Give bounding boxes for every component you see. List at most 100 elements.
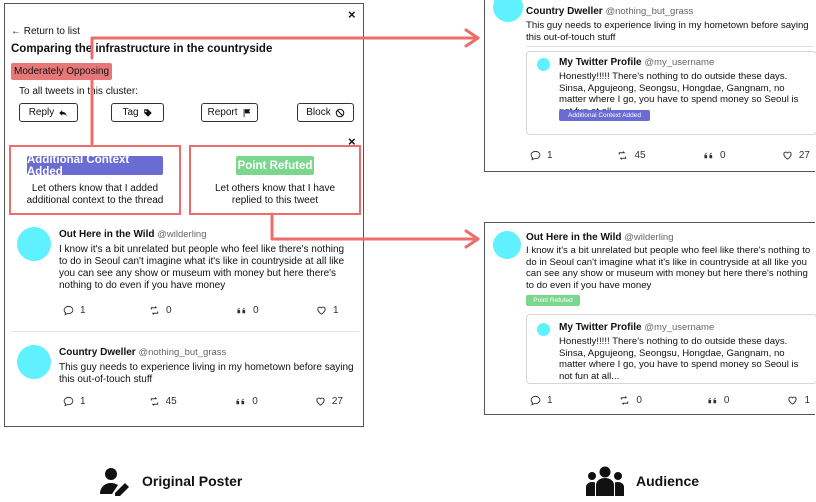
like-count: 1 (804, 395, 810, 406)
like-count: 27 (331, 396, 343, 407)
point-refuted-badge: Point Refuted (526, 295, 580, 306)
reply-action[interactable]: 1 (63, 396, 149, 407)
heart-icon (316, 305, 327, 316)
reply-action[interactable]: 1 (63, 305, 149, 316)
quote-count: 0 (723, 395, 730, 406)
reply-action[interactable]: 1 (530, 395, 619, 406)
author-name: My Twitter Profile (559, 322, 642, 333)
tweet-text: I know it's a bit unrelated but people w… (59, 244, 345, 291)
quote-count: 0 (719, 150, 726, 161)
avatar (493, 0, 523, 22)
reply-count: 1 (80, 396, 86, 407)
reply-icon (63, 305, 74, 316)
like-action[interactable]: 1 (787, 395, 810, 406)
return-to-list-link[interactable]: ← Return to list (11, 26, 80, 37)
block-button-label: Block (306, 107, 331, 118)
tweet-actions: 1 45 0 27 (530, 150, 810, 161)
like-count: 1 (333, 305, 339, 316)
retweet-action[interactable]: 45 (617, 150, 703, 161)
like-action[interactable]: 27 (315, 396, 343, 407)
quote-count: 0 (253, 305, 259, 316)
retweet-action[interactable]: 45 (149, 396, 236, 407)
quote-action[interactable]: 0 (236, 305, 316, 316)
quote-action[interactable]: 0 (235, 396, 315, 407)
reply-count: 1 (547, 150, 553, 161)
retweet-action[interactable]: 0 (619, 395, 706, 406)
avatar (17, 227, 51, 261)
retweet-count: 45 (634, 150, 646, 161)
tweet-author: Country Dweller @nothing_but_grass (526, 6, 693, 17)
audience-label: Audience (636, 473, 700, 489)
quote-action[interactable]: 0 (703, 150, 782, 161)
heart-icon (782, 150, 793, 161)
point-refuted-badge: Point Refuted (236, 156, 314, 175)
tweet-actions: 1 45 0 27 (63, 396, 343, 407)
retweet-icon (619, 395, 630, 406)
tag-icon (143, 108, 152, 117)
author-handle: @nothing_but_grass (605, 6, 694, 17)
reply-arrow-icon (59, 109, 68, 116)
retweet-count: 0 (636, 395, 642, 406)
tweet-actions: 1 0 0 1 (63, 305, 343, 316)
retweet-count: 45 (165, 396, 177, 407)
reply-icon (63, 396, 74, 407)
report-button-label: Report (207, 107, 238, 118)
quote-action[interactable]: 0 (707, 395, 788, 406)
retweet-icon (149, 396, 160, 407)
audience-tweet-refuted: Out Here in the Wild @wilderling I know … (484, 222, 816, 415)
refuted-arrowhead (464, 229, 480, 249)
retweet-icon (149, 305, 160, 316)
quoted-tweet[interactable]: My Twitter Profile @my_username Honestly… (526, 51, 816, 135)
author-handle: @my_username (644, 322, 715, 333)
reply-count: 1 (80, 305, 86, 316)
tag-button-label: Tag (122, 107, 139, 118)
reply-button-label: Reply (28, 107, 55, 118)
audience-caption: Audience (586, 466, 699, 496)
heart-icon (787, 395, 798, 406)
additional-context-description: Let others know that I added additional … (26, 183, 164, 206)
quote-icon (235, 396, 246, 407)
report-button[interactable]: Report (201, 103, 258, 122)
quote-icon (707, 395, 718, 406)
tweet-text: I know it's a bit unrelated but people w… (526, 245, 811, 291)
point-refuted-option[interactable]: Point Refuted Let others know that I hav… (189, 145, 361, 215)
tweet-author: Out Here in the Wild @wilderling (526, 232, 674, 243)
retweet-action[interactable]: 0 (149, 305, 236, 316)
quoted-tweet[interactable]: My Twitter Profile @my_username Honestly… (526, 314, 816, 384)
retweet-icon (617, 150, 628, 161)
avatar (493, 231, 521, 259)
tweet-text: Honestly!!!!! There's nothing to do outs… (559, 336, 799, 382)
original-poster-caption: Original Poster (100, 466, 242, 496)
tweet-author: Country Dweller @nothing_but_grass (59, 347, 226, 358)
page-title: Comparing the infrastructure in the coun… (11, 43, 273, 55)
tweet-author: My Twitter Profile @my_username (559, 57, 714, 68)
tag-button[interactable]: Tag (111, 103, 164, 122)
avatar (537, 58, 550, 71)
close-icon[interactable]: × (348, 8, 356, 21)
author-handle: @nothing_but_grass (138, 347, 227, 358)
retweet-count: 0 (166, 305, 172, 316)
reply-action[interactable]: 1 (530, 150, 617, 161)
avatar (17, 345, 51, 379)
tweet-text: This guy needs to experience living in m… (526, 20, 809, 43)
author-name: Country Dweller (526, 6, 603, 17)
like-count: 27 (798, 150, 810, 161)
additional-context-badge: Additional Context Added (559, 110, 650, 121)
author-name: My Twitter Profile (559, 57, 642, 68)
reply-count: 1 (547, 395, 553, 406)
cluster-label: To all tweets in this cluster: (19, 86, 138, 97)
point-refuted-description: Let others know that I have replied to t… (214, 183, 336, 206)
quote-icon (703, 150, 714, 161)
original-poster-panel: × ← Return to list Comparing the infrast… (4, 3, 364, 427)
reply-button[interactable]: Reply (19, 103, 78, 122)
block-button[interactable]: Block (297, 103, 354, 122)
avatar (537, 323, 550, 336)
additional-context-option[interactable]: Additional Context Added Let others know… (9, 145, 181, 215)
tweet-actions: 1 0 0 1 (530, 395, 810, 406)
quote-count: 0 (252, 396, 258, 407)
like-action[interactable]: 27 (782, 150, 810, 161)
additional-context-badge: Additional Context Added (27, 154, 163, 178)
flag-icon (243, 108, 250, 117)
author-handle: @wilderling (157, 229, 207, 240)
like-action[interactable]: 1 (316, 305, 339, 316)
